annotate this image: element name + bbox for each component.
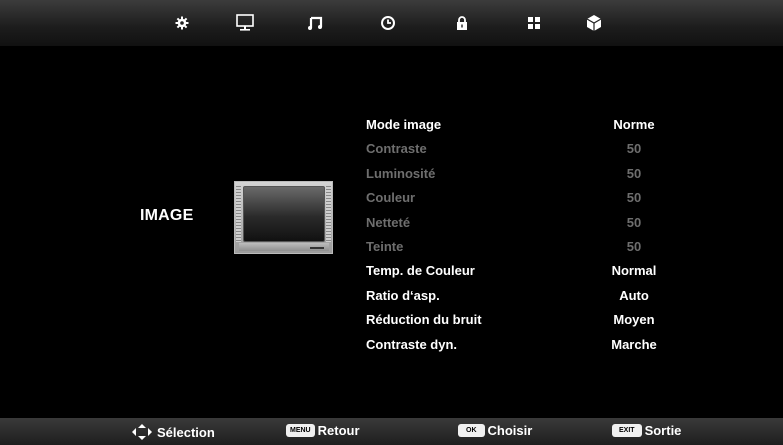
menu-item-value: Marche [611,336,657,352]
speaker-grill-right [326,186,331,242]
tab-settings[interactable] [170,12,194,34]
hint-back: MENU Retour [286,423,360,438]
menu-item-label: Contraste [366,141,427,157]
menu-item-value: 50 [626,165,642,181]
hint-back-label: Retour [317,423,360,438]
menu-item-value: Auto [619,287,649,303]
section-title: IMAGE [140,207,194,224]
menu-item-value: 50 [626,190,642,206]
menu-item-tint: Teinte 50 [366,236,696,260]
menu-item-value: Normal [611,263,657,279]
clock-icon [381,16,395,30]
menu-item-dynamic-contrast[interactable]: Contraste dyn. Marche [366,334,696,358]
menu-item-label: Luminosité [366,165,436,181]
menu-item-color-temperature[interactable]: Temp. de Couleur Normal [366,260,696,284]
hint-select-label: Sélection [157,424,215,440]
menu-item-noise-reduction[interactable]: Réduction du bruit Moyen [366,309,696,333]
menu-item-value: 50 [626,214,642,230]
hint-choose: OK Choisir [458,423,532,438]
menu-item-label: Teinte [366,238,404,254]
tv-illustration [234,181,333,254]
dpad-arrows-icon [132,424,152,440]
tv-buttons [310,247,324,249]
lock-icon [457,16,467,30]
hint-bar: Sélection MENU Retour OK Choisir EXIT So… [0,418,783,445]
hint-select: Sélection [130,423,215,441]
tab-source[interactable] [582,12,606,34]
tab-apps[interactable] [522,12,546,34]
tab-picture[interactable] [233,12,257,34]
tab-sound[interactable] [303,12,327,34]
menu-item-label: Temp. de Couleur [366,263,475,279]
menu-tab-bar [0,0,783,46]
menu-item-value: Norme [613,117,655,132]
ok-key-icon: OK [458,424,485,437]
hint-exit-label: Sortie [644,423,682,438]
menu-item-value: Moyen [613,312,655,328]
menu-item-contrast: Contraste 50 [366,138,696,162]
menu-item-picture-mode[interactable]: Mode image Norme [366,114,696,138]
menu-item-aspect-ratio[interactable]: Ratio d‘asp. Auto [366,285,696,309]
monitor-icon [236,14,254,31]
menu-item-label: Contraste dyn. [366,336,458,352]
menu-item-label: Réduction du bruit [366,312,482,328]
exit-key-icon: EXIT [612,424,642,437]
tv-screen [243,186,325,242]
menu-item-color: Couleur 50 [366,187,696,211]
apps-grid-icon [528,17,540,29]
gear-icon [175,16,189,30]
hint-exit: EXIT Sortie [612,423,681,438]
menu-item-label: Couleur [366,190,416,206]
cube-icon [586,15,602,31]
menu-item-label: Netteté [366,214,411,230]
menu-item-value: 50 [626,141,642,157]
hint-choose-label: Choisir [487,423,533,438]
music-note-icon [308,16,323,30]
menu-item-label: Mode image [366,117,442,132]
tab-lock[interactable] [450,12,474,34]
speaker-grill-left [236,186,241,242]
menu-item-brightness: Luminosité 50 [366,163,696,187]
menu-item-label: Ratio d‘asp. [366,287,440,303]
menu-item-value: 50 [626,238,642,254]
menu-key-icon: MENU [286,424,315,437]
tab-time[interactable] [376,12,400,34]
settings-menu: Mode image Norme Contraste 50 Luminosité… [366,114,696,358]
menu-item-sharpness: Netteté 50 [366,212,696,236]
